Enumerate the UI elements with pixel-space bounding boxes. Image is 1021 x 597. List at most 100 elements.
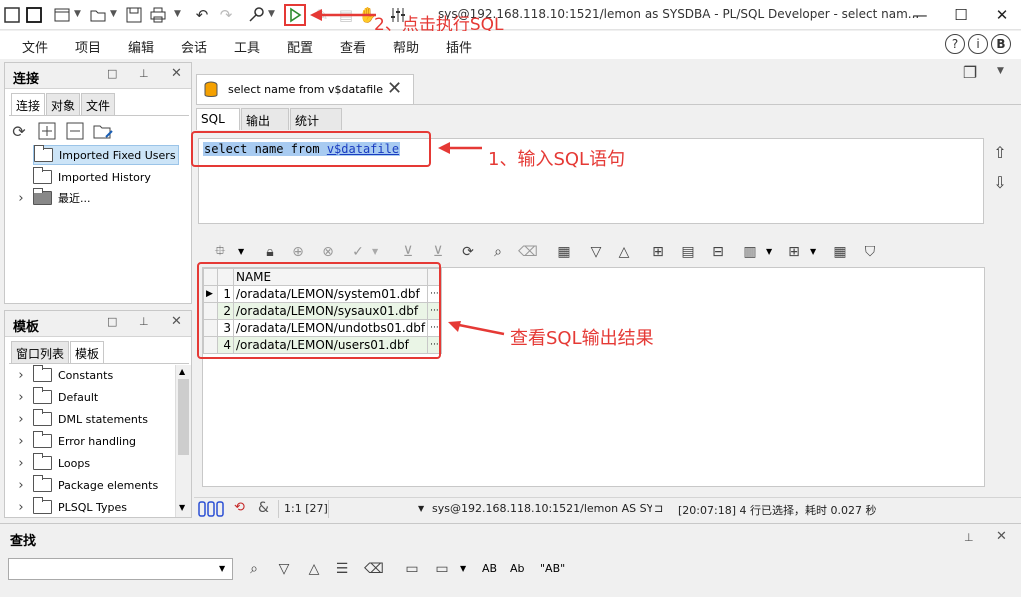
panel-close-icon[interactable]: ✕ [996, 529, 1007, 544]
chevron-down-icon[interactable]: ▼ [460, 564, 466, 573]
close-button[interactable]: ✕ [988, 4, 1016, 26]
lock-icon[interactable]: 🔒︎ [260, 242, 280, 262]
folder-edit-icon[interactable] [93, 121, 113, 141]
print-grid-icon[interactable]: ⊟ [708, 242, 728, 262]
next-page-icon[interactable]: ⊻ [398, 242, 418, 262]
panel-float-icon[interactable]: □ [107, 67, 117, 80]
menu-project[interactable]: 项目 [75, 37, 101, 56]
find-icon[interactable]: ⌕ [244, 559, 264, 579]
document-tab[interactable]: select name from v$datafile ✕ [196, 74, 414, 104]
list-item[interactable]: › Default [13, 387, 98, 407]
panel-close-icon[interactable]: ✕ [171, 66, 182, 81]
menu-session[interactable]: 会话 [181, 37, 207, 56]
list-item[interactable]: › PLSQL Types [13, 497, 127, 517]
clear-icon[interactable]: ⌫ [518, 242, 538, 262]
remove-icon[interactable] [65, 121, 85, 141]
maximize-button[interactable]: ☐ [947, 4, 975, 26]
brand-icon[interactable]: B [991, 34, 1011, 54]
tree-item-imported-fixed-users[interactable]: Imported Fixed Users [33, 145, 179, 165]
menu-view[interactable]: 查看 [340, 37, 366, 56]
find-icon[interactable]: ⌕ [488, 242, 508, 262]
pin-icon[interactable]: ⊐ [654, 502, 663, 515]
filter-down-icon[interactable]: ▽ [586, 242, 606, 262]
chevron-right-icon[interactable]: › [13, 434, 29, 449]
scroll-up-icon[interactable]: ▲ [179, 367, 185, 376]
folder-icon[interactable]: ▭ [432, 559, 452, 579]
tree-icon[interactable]: ⊞ [648, 242, 668, 262]
new-sql-window-icon[interactable] [52, 5, 72, 25]
tab-files[interactable]: 文件 [81, 93, 116, 115]
menu-config[interactable]: 配置 [287, 37, 313, 56]
find-list-icon[interactable]: ☰ [332, 559, 352, 579]
insert-record-icon[interactable]: ⊕ [288, 242, 308, 262]
chevron-right-icon[interactable]: › [13, 390, 29, 405]
post-changes-icon[interactable]: ✓ [348, 242, 368, 262]
minimize-button[interactable]: — [906, 4, 934, 26]
menu-plugins[interactable]: 插件 [446, 37, 472, 56]
columns-icon[interactable]: ⯐ [210, 242, 230, 262]
tab-statistics[interactable]: 统计 [290, 108, 342, 130]
execute-button[interactable] [284, 4, 306, 26]
chevron-down-icon[interactable]: ▼ [997, 66, 1004, 76]
close-icon[interactable]: ✕ [387, 78, 402, 99]
clear-highlight-icon[interactable]: ⌫ [364, 559, 384, 579]
find-input[interactable]: ▼ [8, 558, 233, 580]
window-list-icon[interactable]: ❐ [960, 62, 980, 82]
help-icon[interactable]: ? [945, 34, 965, 54]
table-icon[interactable]: ▦ [830, 242, 850, 262]
menu-file[interactable]: 文件 [22, 37, 48, 56]
refresh-icon[interactable]: ⟳ [9, 121, 29, 141]
redo-icon[interactable]: ↷ [216, 5, 236, 25]
match-case-button[interactable]: AB [482, 562, 497, 575]
scrollbar-thumb[interactable] [178, 379, 189, 455]
last-page-icon[interactable]: ⊻ [428, 242, 448, 262]
scroll-down-icon[interactable]: ▼ [179, 503, 185, 512]
chevron-right-icon[interactable]: › [13, 500, 29, 515]
export-icon[interactable]: ▤ [678, 242, 698, 262]
chevron-down-icon[interactable]: ▼ [766, 247, 772, 256]
list-item[interactable]: › Package elements [13, 475, 158, 495]
tree-item-recent[interactable]: › 最近... [13, 188, 91, 208]
connection-status[interactable]: sys@192.168.118.10:1521/lemon AS SYSDB [432, 502, 652, 515]
chevron-down-icon[interactable]: ▼ [238, 247, 244, 256]
chevron-down-icon[interactable]: ▼ [810, 247, 816, 256]
panel-pin-icon[interactable]: ⊥ [964, 531, 974, 544]
chevron-down-icon[interactable]: ▼ [372, 247, 378, 256]
panel-float-icon[interactable]: □ [107, 315, 117, 328]
info-icon[interactable]: i [968, 34, 988, 54]
chevron-right-icon[interactable]: › [13, 191, 29, 206]
undo-icon[interactable]: ↶ [192, 5, 212, 25]
list-item[interactable]: › Error handling [13, 431, 136, 451]
list-item[interactable]: › Constants [13, 365, 113, 385]
save-icon[interactable] [124, 5, 144, 25]
chevron-down-icon[interactable]: ▼ [174, 9, 181, 19]
scroll-down-arrow-icon[interactable]: ⇩ [990, 172, 1010, 192]
whole-word-button[interactable]: Ab [510, 562, 525, 575]
chevron-right-icon[interactable]: › [13, 368, 29, 383]
tab-objects[interactable]: 对象 [46, 93, 81, 115]
chart-icon[interactable]: ▥ [740, 242, 760, 262]
chevron-right-icon[interactable]: › [13, 412, 29, 427]
chevron-down-icon[interactable]: ▼ [110, 9, 117, 19]
panel-pin-icon[interactable]: ⊥ [139, 67, 149, 80]
tab-sql[interactable]: SQL [196, 108, 240, 130]
filter-up-icon[interactable]: △ [614, 242, 634, 262]
menu-help[interactable]: 帮助 [393, 37, 419, 56]
chevron-down-icon[interactable]: ▼ [219, 564, 225, 573]
menu-tools[interactable]: 工具 [234, 37, 260, 56]
chevron-down-icon[interactable]: ▼ [268, 9, 275, 19]
list-item[interactable]: › Loops [13, 453, 90, 473]
key-icon[interactable] [246, 5, 266, 25]
open-folder-icon[interactable] [88, 5, 108, 25]
add-icon[interactable] [37, 121, 57, 141]
filter-icon[interactable]: ⛉ [860, 242, 880, 262]
delete-record-icon[interactable]: ⊗ [318, 242, 338, 262]
list-item[interactable]: › DML statements [13, 409, 148, 429]
tab-templates[interactable]: 模板 [70, 341, 105, 363]
tab-connection[interactable]: 连接 [11, 93, 46, 115]
chevron-right-icon[interactable]: › [13, 456, 29, 471]
print-icon[interactable] [148, 5, 168, 25]
new-file-icon[interactable] [24, 5, 44, 25]
window-icon[interactable]: ▭ [402, 559, 422, 579]
new-window-icon[interactable] [2, 5, 22, 25]
